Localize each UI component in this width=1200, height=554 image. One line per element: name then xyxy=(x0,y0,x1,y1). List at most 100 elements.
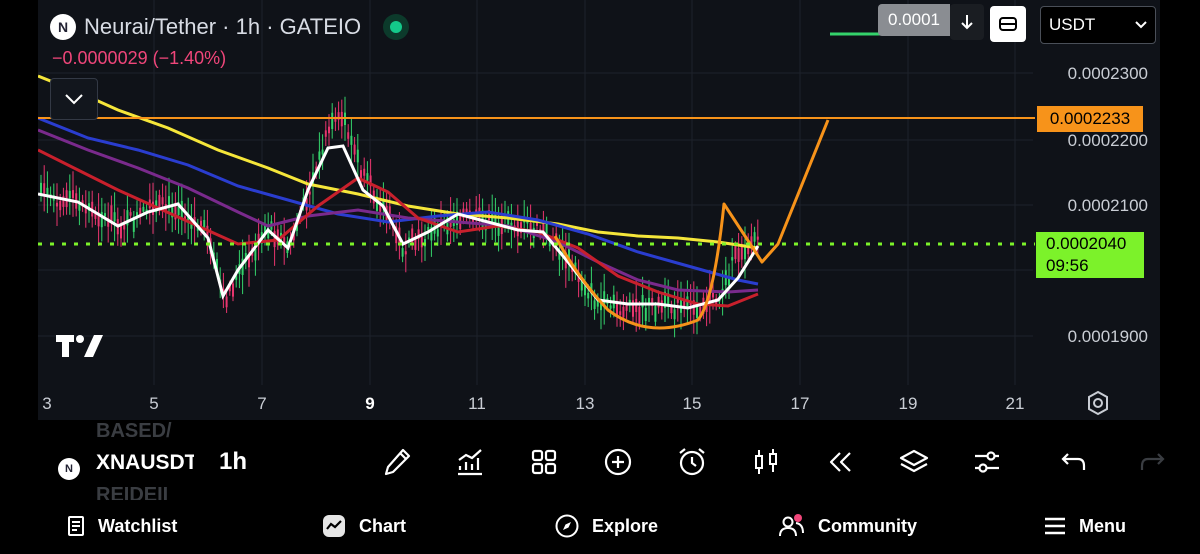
fullscreen-button[interactable] xyxy=(990,6,1026,42)
candle-body xyxy=(616,303,618,315)
candle-body xyxy=(644,307,647,321)
time-axis-label: 15 xyxy=(682,394,702,413)
community-icon xyxy=(779,514,804,537)
candle-body xyxy=(673,309,676,320)
symbol-title[interactable]: Neurai/Tether · 1h · GATEIO xyxy=(84,14,361,40)
last-price-value: 0.0002040 xyxy=(1046,234,1127,253)
candle-body xyxy=(232,283,234,297)
nav-watchlist-label: Watchlist xyxy=(98,515,178,536)
candle-body xyxy=(152,201,154,216)
indicators-button[interactable] xyxy=(452,444,488,480)
alert-price-tag[interactable]: 0.0002233 xyxy=(1037,106,1143,132)
time-axis-label: 19 xyxy=(898,394,918,413)
candle-body xyxy=(56,202,58,207)
objects-tree-button[interactable] xyxy=(896,444,932,480)
symbol-name-button[interactable]: XNAUSDT xyxy=(96,451,194,475)
chart-settings-icon[interactable] xyxy=(1086,390,1110,416)
candles-icon xyxy=(755,449,777,474)
nav-watchlist[interactable]: Watchlist xyxy=(66,508,177,544)
undo-button[interactable] xyxy=(1056,444,1092,480)
time-axis-label: 13 xyxy=(575,394,595,413)
tradingview-logo-icon xyxy=(56,335,103,357)
candle-body xyxy=(104,213,106,217)
pencil-icon xyxy=(384,448,411,476)
candle-body xyxy=(347,132,350,139)
price-axis-label: 0.0001900 xyxy=(1067,327,1148,346)
candle-body xyxy=(68,190,71,199)
interval-button[interactable]: 1h xyxy=(219,448,247,476)
candle-body xyxy=(404,251,407,255)
candle-body xyxy=(43,183,46,194)
nav-chart[interactable]: Chart xyxy=(321,508,406,544)
nav-explore[interactable]: Explore xyxy=(554,508,658,544)
nav-menu-label: Menu xyxy=(1079,515,1126,536)
candle-body xyxy=(353,144,356,155)
price-axis-label: 0.0002200 xyxy=(1067,131,1148,150)
candle-body xyxy=(142,206,145,212)
candle-body xyxy=(657,296,660,308)
candle-body xyxy=(660,300,663,313)
drawing-tools-button[interactable] xyxy=(379,444,415,480)
nav-explore-label: Explore xyxy=(592,515,659,536)
candle-body xyxy=(593,300,596,310)
chevron-down-icon xyxy=(1135,21,1147,29)
price-axis-label: 0.0002300 xyxy=(1067,64,1148,83)
candle-body xyxy=(318,151,321,160)
line-chart-icon xyxy=(458,449,482,476)
time-axis-label: 7 xyxy=(257,394,267,413)
time-axis-label: 3 xyxy=(42,394,52,413)
candle-body xyxy=(328,126,330,134)
candle-body xyxy=(113,212,116,222)
bar-countdown: 09:56 xyxy=(1046,256,1089,275)
undo-icon xyxy=(1061,453,1086,470)
nav-chart-label: Chart xyxy=(359,515,407,536)
add-circle-icon xyxy=(604,448,632,476)
candle-body xyxy=(414,239,417,250)
replay-button[interactable] xyxy=(822,444,858,480)
candle-body xyxy=(363,168,366,176)
time-axis-label: 17 xyxy=(790,394,810,413)
candle-body xyxy=(340,111,343,127)
time-axis-label: 9 xyxy=(365,394,375,413)
settings-button[interactable] xyxy=(969,444,1005,480)
candle-body xyxy=(324,130,327,137)
redo-button[interactable] xyxy=(1134,444,1170,480)
collapse-button[interactable] xyxy=(50,78,98,120)
candle-body xyxy=(420,236,423,248)
candle-body xyxy=(654,306,657,322)
redo-icon xyxy=(1140,453,1165,470)
symbol-header[interactable]: N Neurai/Tether · 1h · GATEIO xyxy=(50,10,410,44)
nav-menu[interactable]: Menu xyxy=(1043,508,1126,544)
replay-icon xyxy=(829,452,851,472)
chart-type-button[interactable] xyxy=(748,444,784,480)
candle-body xyxy=(622,306,625,318)
alarm-icon xyxy=(679,448,705,476)
order-price-input[interactable]: 0.0001 xyxy=(878,4,950,36)
currency-value: USDT xyxy=(1049,15,1096,34)
candle-body xyxy=(619,311,622,315)
neurai-logo-icon: N xyxy=(50,14,76,40)
menu-icon xyxy=(1045,517,1065,535)
alerts-button[interactable] xyxy=(674,444,710,480)
candle-body xyxy=(321,149,324,155)
candle-body xyxy=(609,305,612,309)
candle-body xyxy=(670,306,673,314)
candle-body xyxy=(753,232,756,242)
candle-body xyxy=(40,182,42,194)
candle-body xyxy=(254,248,257,261)
grid-icon xyxy=(531,449,557,475)
layouts-button[interactable] xyxy=(526,444,562,480)
candle-body xyxy=(734,245,737,260)
candle-body xyxy=(168,196,170,206)
nav-community[interactable]: Community xyxy=(778,508,917,544)
currency-select[interactable]: USDT xyxy=(1040,6,1156,44)
price-axis-label: 0.0002100 xyxy=(1067,196,1148,215)
candle-body xyxy=(161,197,164,205)
candle-body xyxy=(436,229,439,237)
sliders-icon xyxy=(975,451,999,473)
scroll-down-button[interactable] xyxy=(950,4,984,40)
candle-body xyxy=(225,296,228,308)
add-button[interactable] xyxy=(600,444,636,480)
candle-body xyxy=(737,248,740,262)
candle-body xyxy=(110,205,113,222)
